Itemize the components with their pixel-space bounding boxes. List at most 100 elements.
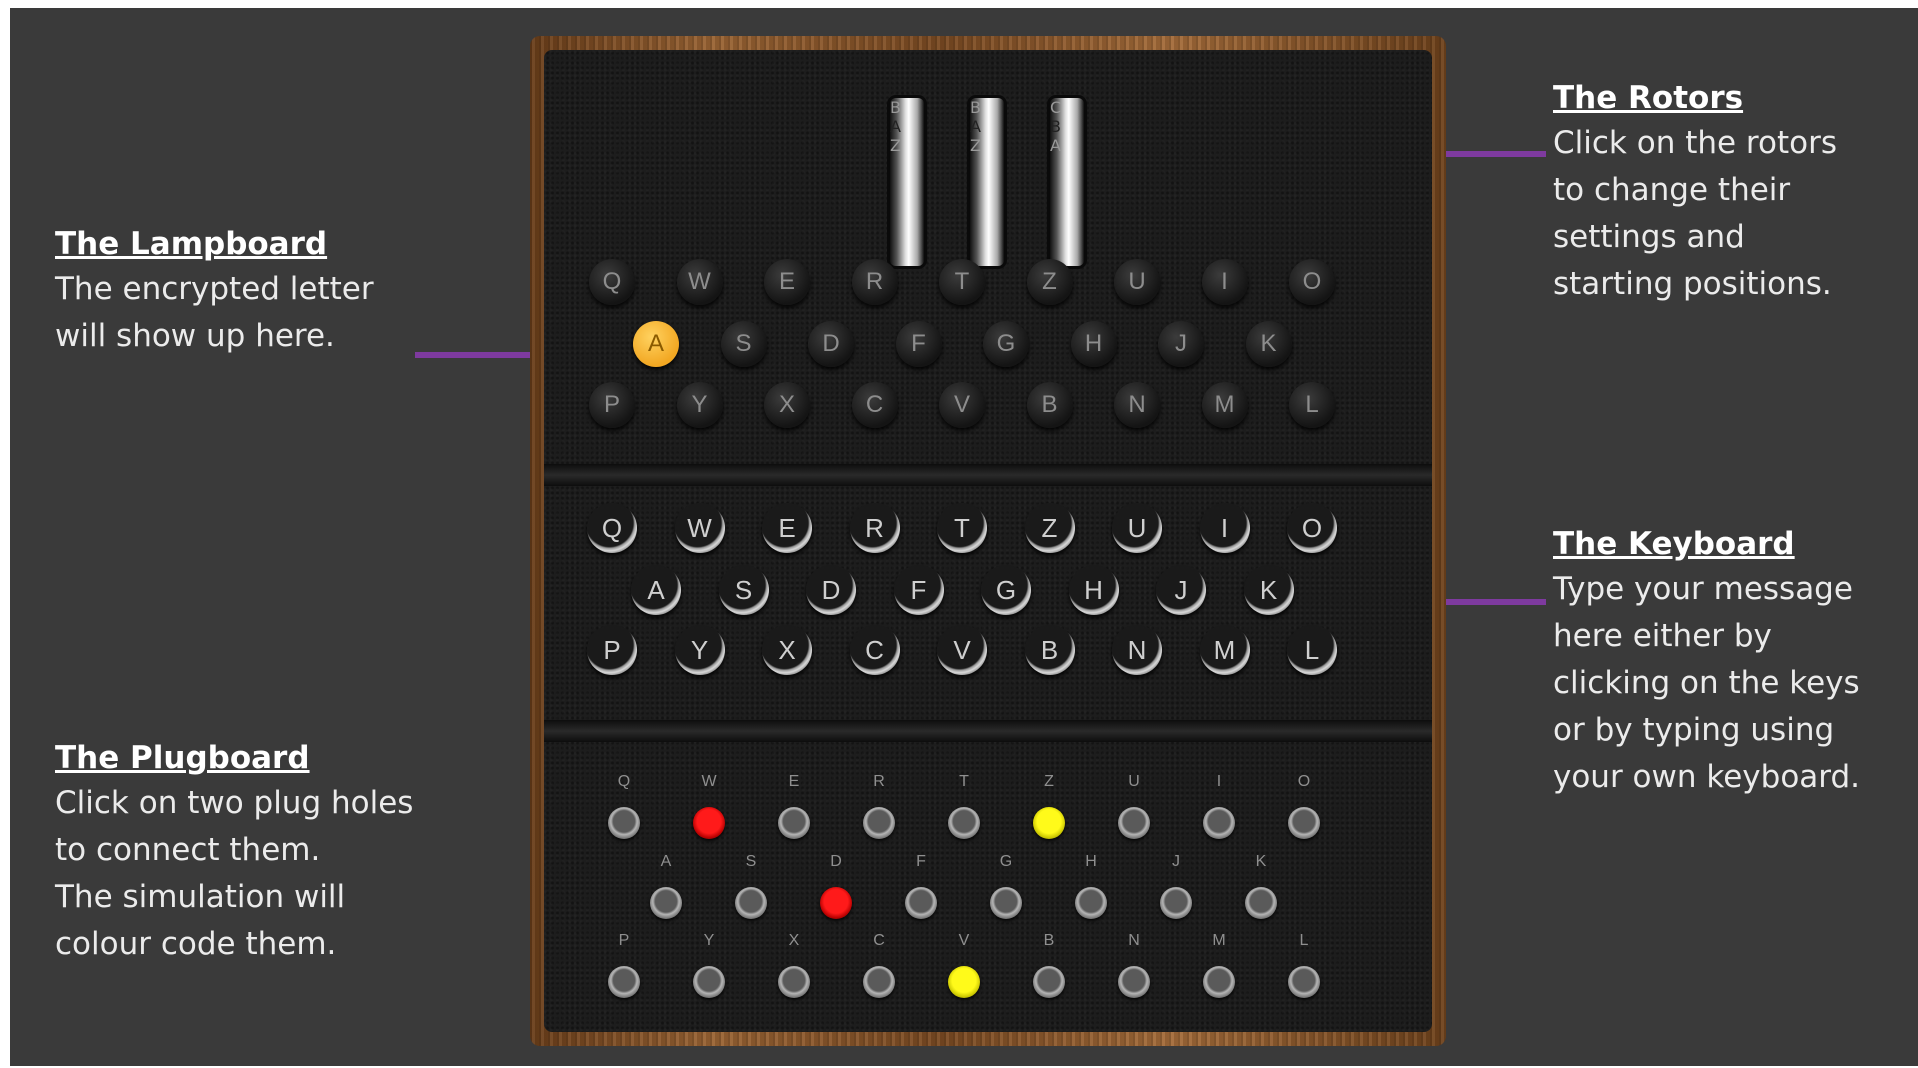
plug-label-a: A <box>660 853 672 870</box>
rotor-prev-letter: B <box>890 98 901 117</box>
plug-label-n: N <box>1128 932 1140 949</box>
plug-hole-v[interactable] <box>948 966 980 998</box>
lamp-lit-a: A <box>633 321 679 367</box>
lampboard-title: The Lampboard <box>55 226 328 262</box>
plug-hole-t[interactable] <box>948 807 980 839</box>
plug-hole-s[interactable] <box>735 887 767 919</box>
plug-label-y: Y <box>703 932 715 949</box>
key-z[interactable]: Z <box>1024 503 1075 553</box>
plug-hole-j[interactable] <box>1160 887 1192 919</box>
key-v[interactable]: V <box>937 625 987 675</box>
key-k[interactable]: K <box>1243 565 1294 615</box>
key-n[interactable]: N <box>1112 625 1162 675</box>
key-s[interactable]: S <box>718 565 769 615</box>
lamp-v: V <box>939 382 985 428</box>
plug-label-b: B <box>1043 932 1055 949</box>
plug-hole-u[interactable] <box>1118 807 1150 839</box>
rotor-next-letter: Z <box>890 136 901 155</box>
lamp-w: W <box>676 259 723 305</box>
key-b[interactable]: B <box>1024 625 1075 675</box>
rotors-annotation: The Rotors Click on the rotors to change… <box>1553 76 1913 308</box>
plug-hole-w[interactable] <box>693 807 725 839</box>
key-w[interactable]: W <box>674 503 725 553</box>
plug-hole-k[interactable] <box>1245 887 1277 919</box>
rotor-prev-letter: B <box>970 98 981 117</box>
key-d[interactable]: D <box>806 565 856 615</box>
plug-hole-r[interactable] <box>863 807 895 839</box>
plug-hole-y[interactable] <box>693 966 725 998</box>
key-y[interactable]: Y <box>674 625 725 675</box>
plug-label-m: M <box>1212 932 1226 949</box>
plug-hole-c[interactable] <box>863 966 895 998</box>
plug-label-z: Z <box>1044 773 1054 790</box>
key-r[interactable]: R <box>849 503 900 553</box>
key-f[interactable]: F <box>893 565 944 615</box>
plug-label-o: O <box>1297 773 1311 790</box>
lamp-n: N <box>1114 382 1160 428</box>
lampboard-description: The encrypted letter will show up here. <box>55 271 374 354</box>
plug-label-q: Q <box>617 773 631 790</box>
panel-divider <box>544 720 1432 742</box>
key-q[interactable]: Q <box>587 503 637 553</box>
key-m[interactable]: M <box>1199 625 1250 675</box>
plug-hole-b[interactable] <box>1033 966 1065 998</box>
key-o[interactable]: O <box>1287 503 1337 553</box>
lamp-t: T <box>939 259 985 305</box>
lamp-x: X <box>764 382 810 428</box>
lamp-p: P <box>589 382 635 428</box>
key-x[interactable]: X <box>762 625 812 675</box>
key-h[interactable]: H <box>1068 565 1119 615</box>
plug-hole-p[interactable] <box>608 966 640 998</box>
rotor-1[interactable]: BAZ <box>890 98 924 266</box>
key-p[interactable]: P <box>587 625 637 675</box>
key-j[interactable]: J <box>1156 565 1206 615</box>
key-c[interactable]: C <box>849 625 900 675</box>
rotors-description: Click on the rotors to change their sett… <box>1553 125 1837 302</box>
plug-hole-l[interactable] <box>1288 966 1320 998</box>
plug-label-t: T <box>959 773 969 790</box>
key-l[interactable]: L <box>1287 625 1337 675</box>
key-g[interactable]: G <box>981 565 1031 615</box>
key-i[interactable]: I <box>1199 503 1250 553</box>
plug-label-p: P <box>618 932 630 949</box>
keyboard-annotation: The Keyboard Type your message here eith… <box>1553 522 1913 801</box>
plug-hole-d[interactable] <box>820 887 852 919</box>
plug-label-d: D <box>830 853 842 870</box>
plug-label-k: K <box>1255 853 1267 870</box>
key-a[interactable]: A <box>631 565 681 615</box>
plug-hole-x[interactable] <box>778 966 810 998</box>
rotor-current-letter: A <box>890 117 901 136</box>
plug-hole-g[interactable] <box>990 887 1022 919</box>
plug-hole-z[interactable] <box>1033 807 1065 839</box>
key-e[interactable]: E <box>762 503 812 553</box>
lamp-b: B <box>1026 382 1073 428</box>
plug-hole-o[interactable] <box>1288 807 1320 839</box>
lampboard-annotation: The Lampboard The encrypted letter will … <box>55 222 415 360</box>
plug-hole-i[interactable] <box>1203 807 1235 839</box>
rotor-2[interactable]: BAZ <box>970 98 1004 266</box>
plug-hole-h[interactable] <box>1075 887 1107 919</box>
plugboard-annotation: The Plugboard Click on two plug holes to… <box>55 736 475 968</box>
lamp-h: H <box>1070 321 1117 367</box>
plug-hole-f[interactable] <box>905 887 937 919</box>
plug-hole-e[interactable] <box>778 807 810 839</box>
plug-label-l: L <box>1299 932 1309 949</box>
plug-hole-q[interactable] <box>608 807 640 839</box>
canvas-background: The Lampboard The encrypted letter will … <box>10 8 1918 1066</box>
rotor-3[interactable]: CBA <box>1050 98 1084 266</box>
plug-hole-m[interactable] <box>1203 966 1235 998</box>
lamp-s: S <box>720 321 767 367</box>
key-t[interactable]: T <box>937 503 987 553</box>
plug-label-f: F <box>916 853 926 870</box>
plug-label-r: R <box>873 773 885 790</box>
plug-hole-a[interactable] <box>650 887 682 919</box>
lamp-c: C <box>851 382 898 428</box>
plug-label-u: U <box>1128 773 1140 790</box>
lamp-m: M <box>1201 382 1248 428</box>
plug-hole-n[interactable] <box>1118 966 1150 998</box>
lamp-k: K <box>1245 321 1292 367</box>
rotor-prev-letter: C <box>1050 98 1062 117</box>
plugboard-description: Click on two plug holes to connect them.… <box>55 785 414 962</box>
key-u[interactable]: U <box>1112 503 1162 553</box>
plug-label-h: H <box>1085 853 1097 870</box>
